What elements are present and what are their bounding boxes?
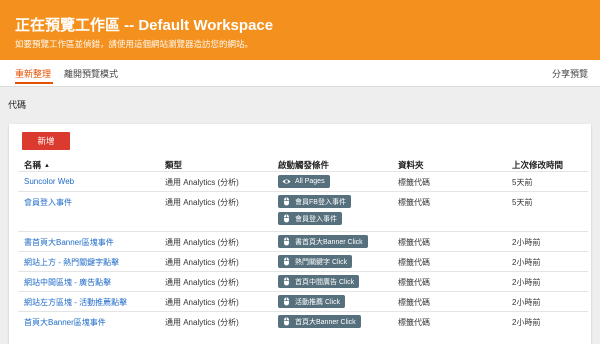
trigger-chip-label: 首頁大Banner Click [295,318,356,326]
tag-name-link[interactable]: 網站中間區塊 - 廣告點擊 [24,277,111,288]
tag-name-link[interactable]: 網站左方區塊 - 活動推薦點擊 [24,297,127,308]
column-header-triggers[interactable]: 啟動觸發條件 [278,159,329,171]
mouse-icon [282,257,291,266]
column-header-type[interactable]: 類型 [165,159,182,171]
leave-preview-button[interactable]: 離開預覽模式 [64,67,118,80]
trigger-chips: All Pages [278,175,330,192]
tag-folder: 標籤代碼 [398,278,430,287]
trigger-chip[interactable]: 首頁中間廣告 Click [278,275,360,288]
trigger-chip[interactable]: 書首頁大Banner Click [278,235,368,248]
refresh-underline [15,82,53,84]
trigger-chip-label: 活動推薦 Click [295,298,341,306]
trigger-chips: 會員FB登入事件 會員登入事件 [278,195,351,229]
table-row: 首頁大Banner區塊事件 通用 Analytics (分析) 首頁大Banner … [18,311,588,331]
tag-type: 通用 Analytics (分析) [165,258,239,267]
trigger-chip-label: 熱門關鍵字 Click [295,258,348,266]
mouse-icon [282,237,291,246]
column-header-last-edited[interactable]: 上次修改時間 [512,159,563,171]
mouse-icon [282,277,291,286]
preview-toolbar: 重新整理 離開預覽模式 分享預覽 [0,60,600,87]
trigger-chip-label: 會員FB登入事件 [295,198,346,206]
tag-last-edited: 2小時前 [512,258,541,267]
trigger-chip-label: 會員登入事件 [295,215,337,223]
trigger-chip-label: All Pages [295,178,325,185]
tag-type: 通用 Analytics (分析) [165,178,239,187]
sort-ascending-icon: ▲ [44,163,50,169]
tag-name-link[interactable]: 書首頁大Banner區塊事件 [24,237,114,248]
tag-folder: 標籤代碼 [398,318,430,327]
trigger-chips: 活動推薦 Click [278,295,346,312]
tag-last-edited: 2小時前 [512,238,541,247]
trigger-chip[interactable]: 會員FB登入事件 [278,195,351,208]
trigger-chip[interactable]: 活動推薦 Click [278,295,346,308]
tag-type: 通用 Analytics (分析) [165,298,239,307]
trigger-chip[interactable]: 首頁大Banner Click [278,315,361,328]
mouse-icon [282,197,291,206]
trigger-chip[interactable]: All Pages [278,175,330,188]
tag-type: 通用 Analytics (分析) [165,198,239,207]
trigger-chip[interactable]: 會員登入事件 [278,212,342,225]
trigger-chips: 熱門關鍵字 Click [278,255,353,272]
mouse-icon [282,297,291,306]
tag-type: 通用 Analytics (分析) [165,278,239,287]
tags-section-title: 代碼 [8,100,27,110]
new-tag-button[interactable]: 新增 [22,132,70,150]
tag-name-link[interactable]: 首頁大Banner區塊事件 [24,317,106,328]
trigger-chips: 書首頁大Banner Click [278,235,368,252]
tag-last-edited: 5天前 [512,178,533,187]
table-row: Suncolor Web 通用 Analytics (分析) All Pages 標籤… [18,171,588,191]
trigger-chip-label: 首頁中間廣告 Click [295,278,355,286]
preview-title: 正在預覽工作區 -- Default Workspace [15,17,274,34]
preview-subtitle: 如要預覽工作區並偵錯，請使用這個網站瀏覽器造訪您的網站。 [15,39,254,49]
tag-name-link[interactable]: Suncolor Web [24,177,74,186]
tag-last-edited: 5天前 [512,198,533,207]
mouse-icon [282,317,291,326]
tag-folder: 標籤代碼 [398,178,430,187]
column-header-name-label: 名稱 [24,160,42,170]
tag-last-edited: 2小時前 [512,318,541,327]
tag-folder: 標籤代碼 [398,298,430,307]
tag-type: 通用 Analytics (分析) [165,238,239,247]
table-row: 網站上方 - 熱門關鍵字點擊 通用 Analytics (分析) 熱門關鍵字 Cli… [18,251,588,271]
tag-name-link[interactable]: 會員登入事件 [24,197,72,208]
trigger-chips: 首頁中間廣告 Click [278,275,360,292]
preview-banner: 正在預覽工作區 -- Default Workspace 如要預覽工作區並偵錯，… [0,0,600,60]
tag-name-link[interactable]: 網站上方 - 熱門關鍵字點擊 [24,257,119,268]
tag-folder: 標籤代碼 [398,198,430,207]
tag-last-edited: 2小時前 [512,278,541,287]
tag-folder: 標籤代碼 [398,238,430,247]
mouse-icon [282,214,291,223]
eye-icon [282,177,291,186]
table-row: 書首頁大Banner區塊事件 通用 Analytics (分析) 書首頁大Banne… [18,231,588,251]
column-header-name[interactable]: 名稱 ▲ [24,159,50,171]
tag-last-edited: 2小時前 [512,298,541,307]
refresh-button[interactable]: 重新整理 [15,67,51,80]
tag-type: 通用 Analytics (分析) [165,318,239,327]
table-row: 網站左方區塊 - 活動推薦點擊 通用 Analytics (分析) 活動推薦 Cli… [18,291,588,311]
column-header-folder[interactable]: 資料夾 [398,159,424,171]
trigger-chip-label: 書首頁大Banner Click [295,238,363,246]
table-row: 會員登入事件 通用 Analytics (分析) 會員FB登入事件 會員登入事件 標籤代… [18,191,588,231]
trigger-chips: 首頁大Banner Click [278,315,361,332]
tags-card: 新增 名稱 ▲ 類型 啟動觸發條件 資料夾 上次修改時間 Suncolor Web… [9,124,591,344]
share-preview-button[interactable]: 分享預覽 [552,67,588,80]
table-row: 網站中間區塊 - 廣告點擊 通用 Analytics (分析) 首頁中間廣告 Cli… [18,271,588,291]
trigger-chip[interactable]: 熱門關鍵字 Click [278,255,353,268]
tag-folder: 標籤代碼 [398,258,430,267]
